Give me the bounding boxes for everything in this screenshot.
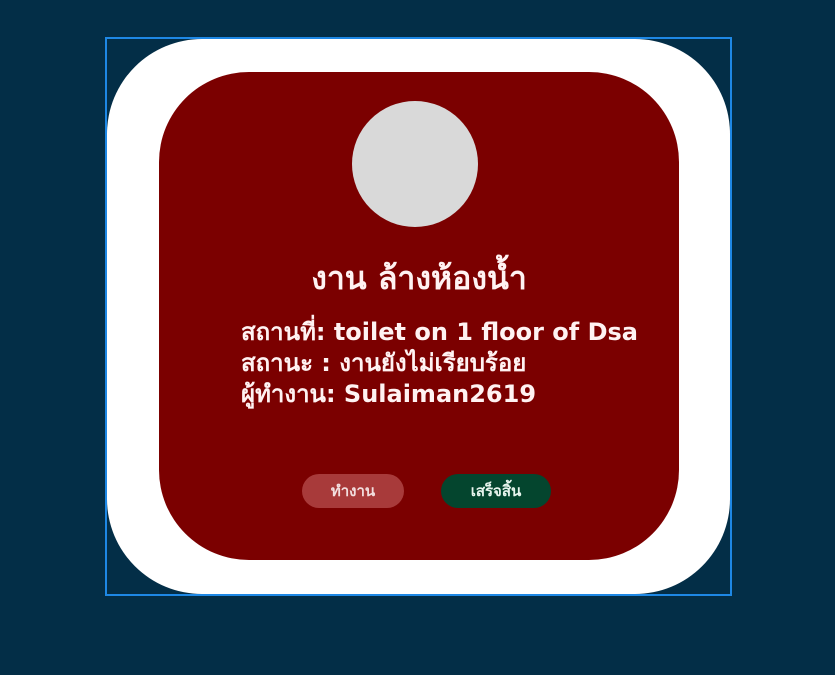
worker-text: ผู้ทำงาน: Sulaiman2619: [241, 380, 537, 408]
work-button[interactable]: ทำงาน: [302, 474, 404, 508]
status-text: สถานะ : งานยังไม่เรียบร้อย: [241, 349, 527, 377]
done-button[interactable]: เสร็จสิ้น: [441, 474, 551, 508]
task-title: งาน ล้างห้องน้ำ: [311, 259, 527, 297]
task-info: สถานที่: toilet on 1 floor of Dsa สถานะ …: [241, 317, 638, 410]
location-text: สถานที่: toilet on 1 floor of Dsa: [241, 318, 638, 346]
avatar: [352, 101, 478, 227]
